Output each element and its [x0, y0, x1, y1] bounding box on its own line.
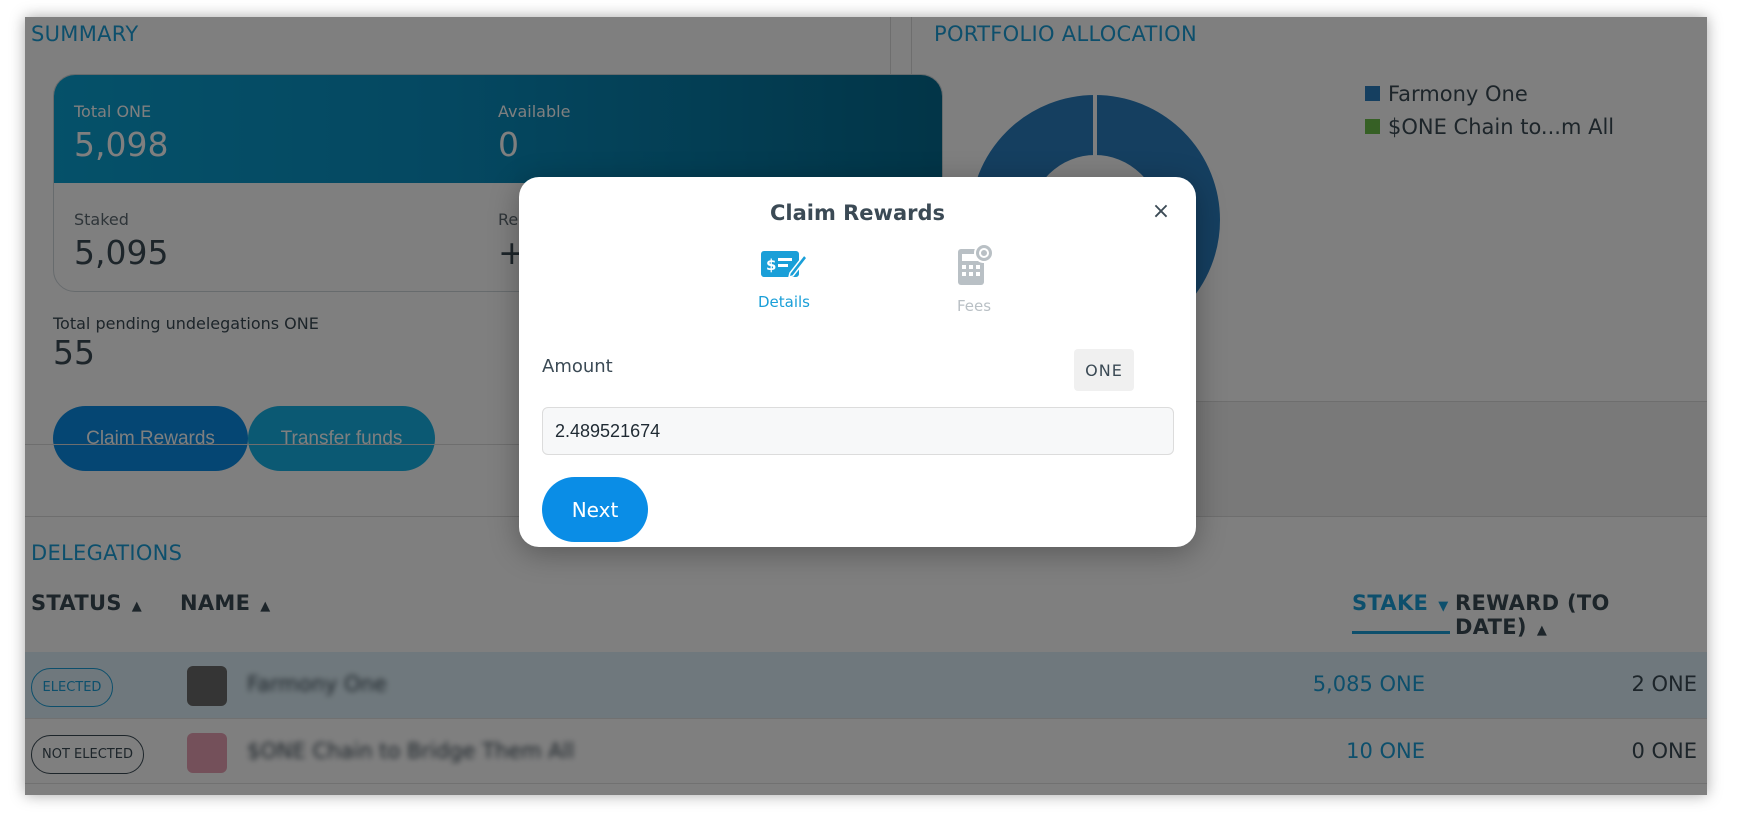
calculator-icon	[958, 243, 994, 285]
step-details[interactable]: $ Details	[739, 243, 829, 311]
amount-label: Amount	[542, 356, 613, 377]
modal-title: Claim Rewards	[769, 201, 946, 225]
claim-rewards-modal: Claim Rewards × $ Details Fees Amount ON…	[519, 177, 1196, 547]
cheque-icon: $	[761, 251, 808, 279]
svg-text:$: $	[766, 256, 776, 274]
next-button[interactable]: Next	[542, 477, 648, 542]
step-fees[interactable]: Fees	[929, 243, 1019, 315]
amount-input[interactable]	[542, 407, 1174, 455]
step-details-label: Details	[757, 293, 810, 311]
step-fees-label: Fees	[956, 297, 992, 315]
app-window: SUMMARY Total ONE 5,098 Available 0 Stak…	[25, 17, 1707, 795]
currency-unit: ONE	[1074, 349, 1134, 391]
close-icon[interactable]: ×	[1148, 199, 1174, 225]
